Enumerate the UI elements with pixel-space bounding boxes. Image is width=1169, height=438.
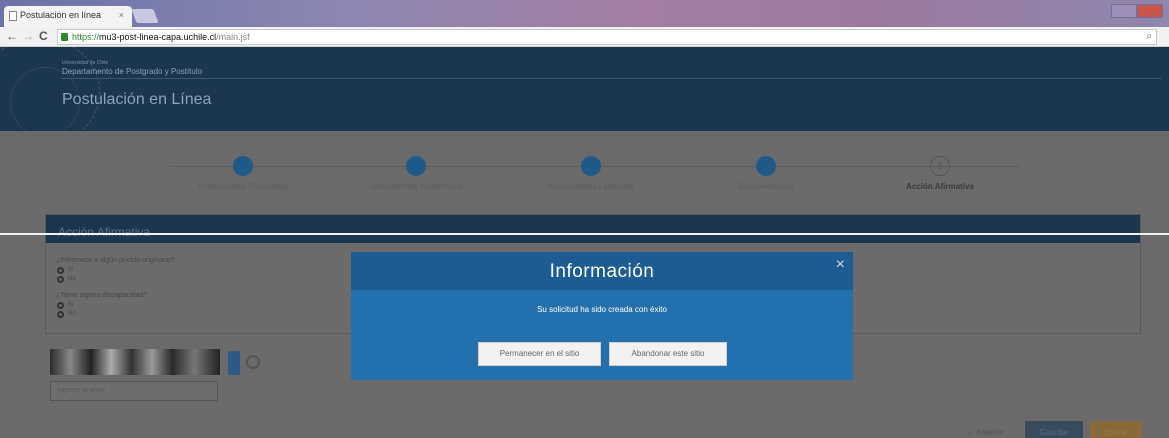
close-icon[interactable]: ×: [836, 256, 845, 274]
zoom-icon[interactable]: ⌕: [1146, 31, 1152, 42]
send-button[interactable]: Enviar: [1090, 421, 1142, 438]
captcha-image: [50, 349, 220, 375]
captcha-reload-icon[interactable]: [246, 355, 260, 369]
captcha-audio-button[interactable]: [228, 351, 240, 375]
radio-label: No: [68, 311, 76, 317]
browser-toolbar: ← → C https://mu3-post-linea-capa.uchile…: [0, 27, 1169, 47]
radio-no[interactable]: [57, 311, 64, 318]
step-complete-icon: [233, 156, 253, 176]
step-1[interactable]: Antecedentes Personales: [163, 156, 323, 191]
step-label: Antecedentes Personales: [197, 182, 289, 191]
question-label: ¿Pertenece a algún pueblo originario?: [56, 257, 175, 264]
dialog-message: Su solicitud ha sido creada con éxito: [537, 305, 667, 314]
department-name: Departamento de Postgrado y Postítulo: [62, 67, 203, 76]
dialog-title: Información: [549, 261, 655, 282]
radio-label: No: [68, 276, 76, 282]
step-number: 5: [930, 156, 950, 176]
step-complete-icon: [581, 156, 601, 176]
step-label: Antecedentes Laborales: [547, 182, 635, 191]
page-icon: [9, 11, 17, 21]
tab-close-icon[interactable]: ×: [119, 10, 124, 20]
radio-label: Sí: [68, 302, 74, 308]
window-controls: [1111, 4, 1163, 18]
app-header: Universidad de Chile Departamento de Pos…: [0, 47, 1169, 131]
address-bar[interactable]: https://mu3-post-linea-capa.uchile.cl/ma…: [57, 29, 1157, 45]
step-3[interactable]: Antecedentes Laborales: [511, 156, 671, 191]
forward-arrow-icon[interactable]: →: [22, 29, 34, 43]
stay-button[interactable]: Permanecer en el sitio: [478, 342, 601, 366]
url-host: mu3-post-linea-capa.uchile.cl: [99, 32, 217, 42]
browser-tabbar: Postulación en línea ×: [0, 0, 1169, 27]
lock-icon: [61, 33, 68, 41]
radio-label: Sí: [68, 267, 74, 273]
page-title: Postulación en Línea: [62, 91, 212, 108]
question-label: ¿Tiene alguna discapacidad?: [56, 292, 148, 299]
university-name: Universidad de Chile: [62, 60, 109, 66]
info-dialog: Información × Su solicitud ha sido cread…: [351, 252, 853, 380]
radio-yes[interactable]: [57, 302, 64, 309]
radio-no[interactable]: [57, 276, 64, 283]
step-4[interactable]: Documentación: [686, 156, 846, 191]
panel-title: Acción Afirmativa: [46, 215, 1140, 243]
back-arrow-icon[interactable]: ←: [6, 29, 18, 43]
url-scheme: https://: [72, 32, 100, 42]
captcha-input[interactable]: Ingrese el texto: [50, 381, 218, 401]
minimize-button[interactable]: [1111, 4, 1137, 18]
step-5[interactable]: 5 Acción Afirmativa: [860, 156, 1020, 191]
tab-title: Postulación en línea: [20, 10, 102, 20]
browser-tab[interactable]: Postulación en línea ×: [4, 6, 132, 27]
step-label: Antecedentes Académicos: [368, 182, 464, 191]
header-divider: [62, 78, 1162, 79]
window-close-button[interactable]: [1137, 4, 1163, 18]
step-label: Acción Afirmativa: [906, 182, 974, 191]
overlay-divider-line: [0, 233, 1169, 235]
url-path: /main.jsf: [216, 32, 250, 42]
reload-icon[interactable]: C: [39, 29, 48, 43]
new-tab-button[interactable]: [131, 9, 159, 23]
step-complete-icon: [756, 156, 776, 176]
radio-yes[interactable]: [57, 267, 64, 274]
back-button[interactable]: ← Anterior: [950, 421, 1020, 438]
save-button[interactable]: Guardar: [1025, 421, 1083, 438]
step-2[interactable]: Antecedentes Académicos: [336, 156, 496, 191]
step-complete-icon: [406, 156, 426, 176]
step-label: Documentación: [738, 182, 794, 191]
leave-site-button[interactable]: Abandonar este sitio: [609, 342, 727, 366]
